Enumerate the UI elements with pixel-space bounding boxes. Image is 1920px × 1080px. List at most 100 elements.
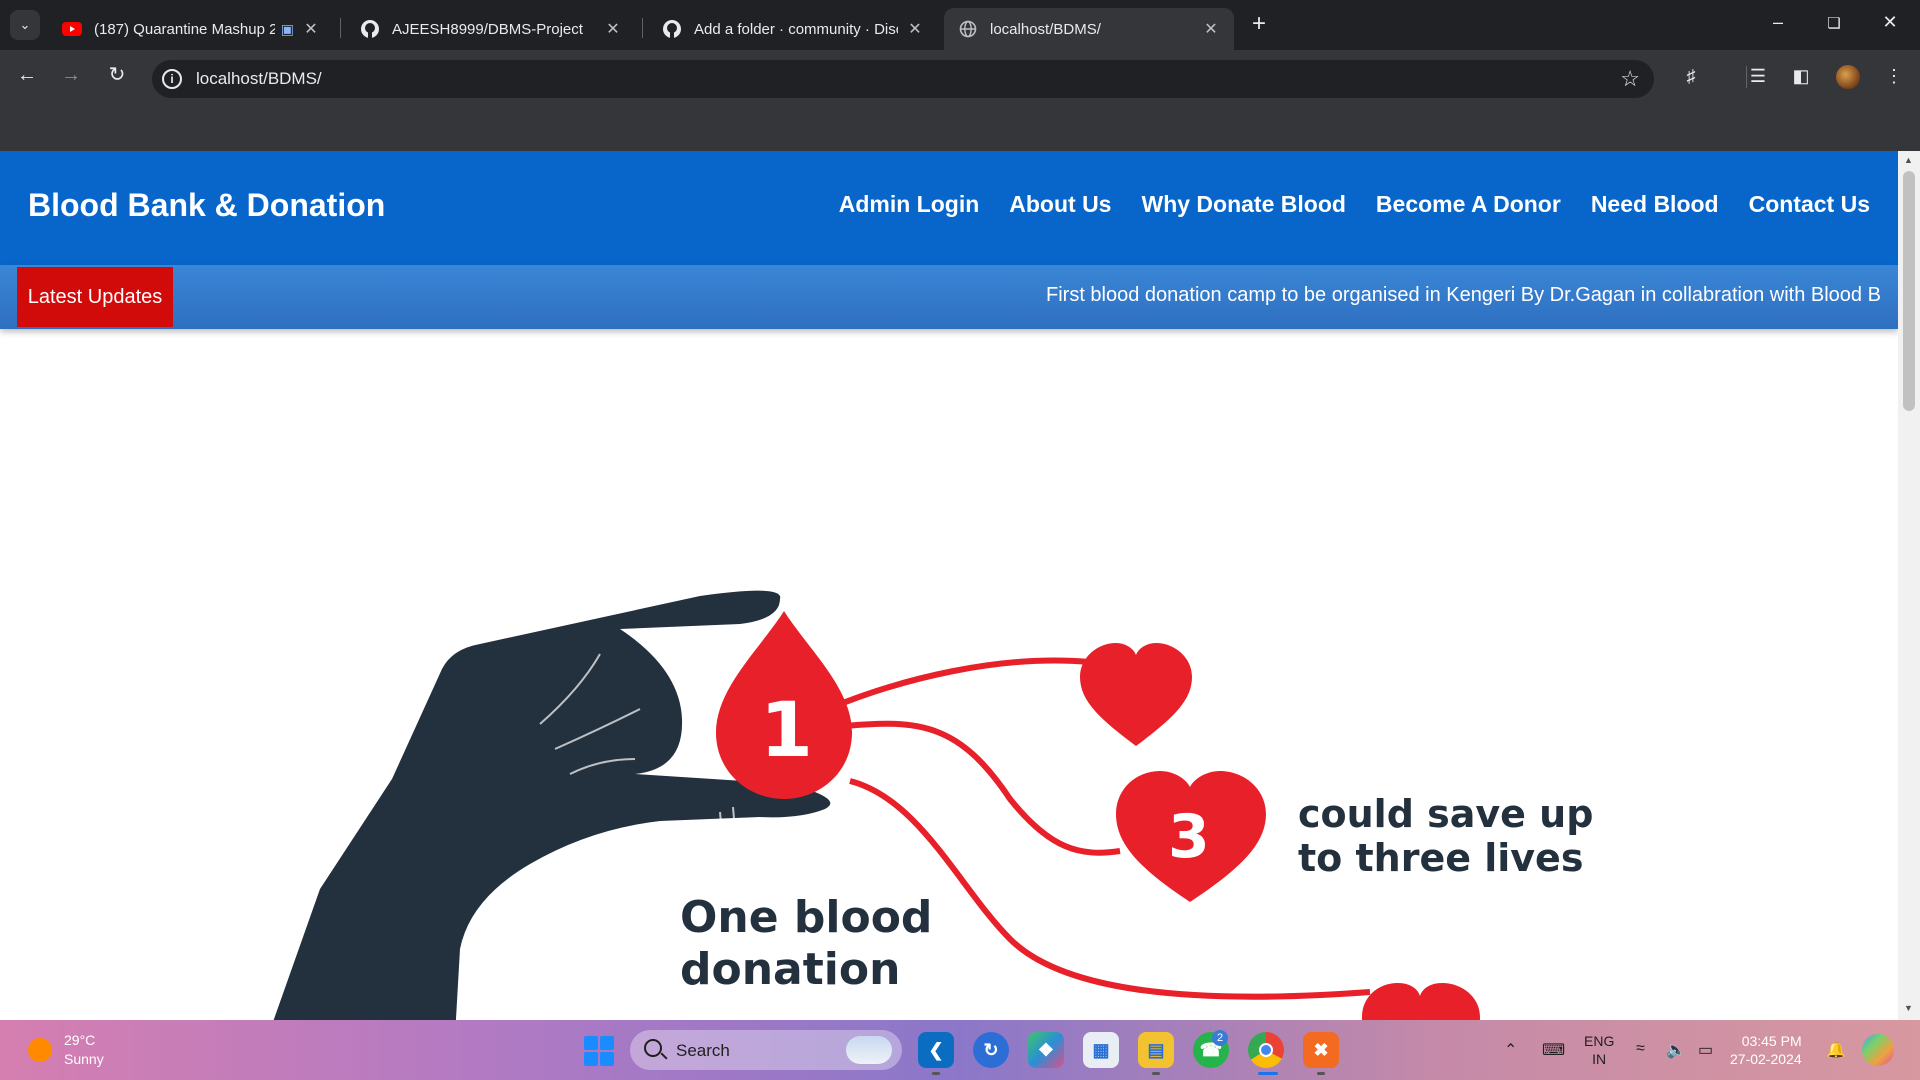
address-url[interactable]: localhost/BDMS/ <box>196 69 322 89</box>
weather-condition[interactable]: Sunny <box>64 1051 104 1067</box>
nav-admin-login[interactable]: Admin Login <box>839 191 980 218</box>
clock-time: 03:45 PM <box>1741 1033 1802 1049</box>
running-indicator <box>932 1072 940 1075</box>
file-explorer-icon[interactable]: ▤ <box>1138 1032 1174 1068</box>
language-indicator[interactable]: ENG IN <box>1584 1032 1614 1068</box>
scroll-down-icon[interactable]: ▼ <box>1904 1003 1913 1013</box>
sun-icon[interactable] <box>28 1038 52 1062</box>
nav-contact-us[interactable]: Contact Us <box>1749 191 1870 218</box>
hero-line-could-save: could save up <box>1298 792 1594 836</box>
tab-title: AJEESH8999/DBMS-Project <box>392 20 583 38</box>
chevron-down-icon: ⌄ <box>19 17 31 32</box>
running-indicator <box>1152 1072 1160 1075</box>
latest-updates-bar: Latest Updates First blood donation camp… <box>0 265 1898 329</box>
windows-start-icon[interactable] <box>584 1036 614 1066</box>
microsoft-store-icon[interactable]: ▦ <box>1083 1032 1119 1068</box>
new-tab-button[interactable]: + <box>1246 12 1272 38</box>
weather-temperature[interactable]: 29°C <box>64 1032 95 1048</box>
minimize-icon[interactable]: – <box>1766 12 1790 33</box>
search-icon <box>644 1039 662 1057</box>
tab-youtube[interactable]: (187) Quarantine Mashup 2 ▣ ✕ <box>48 8 334 50</box>
drop-number: 1 <box>760 685 813 774</box>
windows-taskbar: 29°C Sunny Search ❮ ↻ ❖ ▦ ▤ ☎ 2 ✖ ⌃ ⌨ EN… <box>0 1020 1920 1080</box>
web-page: Blood Bank & Donation Admin Login About … <box>0 151 1898 1020</box>
system-clock[interactable]: 03:45 PM 27-02-2024 <box>1730 1032 1802 1068</box>
copilot-icon[interactable] <box>1862 1034 1894 1066</box>
youtube-icon <box>62 19 82 39</box>
extensions-icon[interactable]: ♯ <box>1679 64 1703 88</box>
tab-title: localhost/BDMS/ <box>990 20 1101 38</box>
connector-line <box>844 720 1121 856</box>
nav-about-us[interactable]: About Us <box>1009 191 1111 218</box>
hero-line-donation: donation <box>680 944 901 995</box>
latest-updates-label: Latest Updates <box>17 267 173 327</box>
globe-icon <box>958 19 978 39</box>
media-playing-icon[interactable]: ▣ <box>281 21 294 38</box>
tab-search-button[interactable]: ⌄ <box>10 10 40 40</box>
bookmarks-bar <box>0 100 1920 151</box>
tab-separator <box>642 18 643 38</box>
tab-separator <box>340 18 341 38</box>
media-control-icon[interactable]: ☰ <box>1746 64 1770 88</box>
updates-marquee: First blood donation camp to be organise… <box>1046 284 1880 306</box>
show-hidden-icons-chevron-icon[interactable]: ⌃ <box>1504 1040 1517 1060</box>
heart-top <box>1080 643 1192 746</box>
sync-app-icon[interactable]: ↻ <box>973 1032 1009 1068</box>
nav-why-donate-blood[interactable]: Why Donate Blood <box>1141 191 1345 218</box>
notification-bell-icon[interactable]: 🔔 <box>1826 1040 1846 1060</box>
scroll-up-icon[interactable]: ▲ <box>1904 155 1913 165</box>
widget-app-icon[interactable]: ❖ <box>1028 1032 1064 1068</box>
whatsapp-badge: 2 <box>1212 1030 1228 1046</box>
site-brand[interactable]: Blood Bank & Donation <box>28 187 385 224</box>
hero-line-three-lives: to three lives <box>1298 836 1584 880</box>
xampp-icon[interactable]: ✖ <box>1303 1032 1339 1068</box>
main-nav: Admin Login About Us Why Donate Blood Be… <box>839 191 1870 218</box>
heart-bottom <box>1362 983 1480 1020</box>
taskbar-search[interactable]: Search <box>630 1030 902 1070</box>
side-panel-icon[interactable]: ◧ <box>1789 64 1813 88</box>
region-code: IN <box>1592 1051 1607 1067</box>
vscode-icon[interactable]: ❮ <box>918 1032 954 1068</box>
nav-become-a-donor[interactable]: Become A Donor <box>1376 191 1561 218</box>
language-code: ENG <box>1584 1033 1615 1049</box>
volume-icon[interactable]: 🔈 <box>1666 1040 1686 1060</box>
forward-icon[interactable]: → <box>58 62 84 88</box>
search-label: Search <box>676 1041 730 1060</box>
tab-github-community[interactable]: Add a folder · community · Disc ✕ <box>648 8 938 50</box>
page-scrollbar[interactable]: ▲ ▼ <box>1898 151 1920 1020</box>
profile-avatar[interactable] <box>1836 65 1860 89</box>
close-tab-icon[interactable]: ✕ <box>302 19 320 39</box>
clock-date: 27-02-2024 <box>1730 1051 1802 1067</box>
close-tab-icon[interactable]: ✕ <box>604 19 622 39</box>
keyboard-icon[interactable]: ⌨ <box>1542 1040 1565 1060</box>
close-tab-icon[interactable]: ✕ <box>906 19 924 39</box>
wifi-icon[interactable]: ≈ <box>1636 1040 1645 1058</box>
connector-line <box>849 778 1371 1000</box>
heart-number: 3 <box>1168 802 1210 872</box>
battery-icon[interactable]: ▭ <box>1698 1040 1713 1060</box>
search-highlight-art <box>846 1036 892 1064</box>
tab-localhost[interactable]: localhost/BDMS/ ✕ <box>944 8 1234 50</box>
back-icon[interactable]: ← <box>14 62 40 88</box>
connector-line <box>826 657 1091 712</box>
hero-illustration <box>273 590 1480 1020</box>
chrome-icon[interactable] <box>1248 1032 1284 1068</box>
running-indicator <box>1317 1072 1325 1075</box>
scrollbar-thumb[interactable] <box>1903 171 1915 411</box>
close-window-icon[interactable]: ✕ <box>1878 12 1902 33</box>
menu-kebab-icon[interactable]: ⋮ <box>1882 64 1906 88</box>
bookmark-star-icon[interactable]: ☆ <box>1620 66 1640 92</box>
hero-line-one-blood: One blood <box>680 892 933 943</box>
hero-banner: 1 3 One blood donation could save up to … <box>0 329 1898 1020</box>
github-icon <box>662 19 682 39</box>
reload-icon[interactable]: ↻ <box>104 62 130 88</box>
active-indicator <box>1258 1072 1278 1075</box>
github-icon <box>360 19 380 39</box>
close-tab-icon[interactable]: ✕ <box>1202 19 1220 39</box>
restore-icon[interactable]: ❏ <box>1822 14 1846 32</box>
address-bar[interactable]: i localhost/BDMS/ ☆ <box>152 60 1654 98</box>
tab-title: Add a folder · community · Disc <box>694 20 898 38</box>
tab-github-project[interactable]: AJEESH8999/DBMS-Project ✕ <box>346 8 636 50</box>
site-info-icon[interactable]: i <box>162 69 182 89</box>
nav-need-blood[interactable]: Need Blood <box>1591 191 1719 218</box>
